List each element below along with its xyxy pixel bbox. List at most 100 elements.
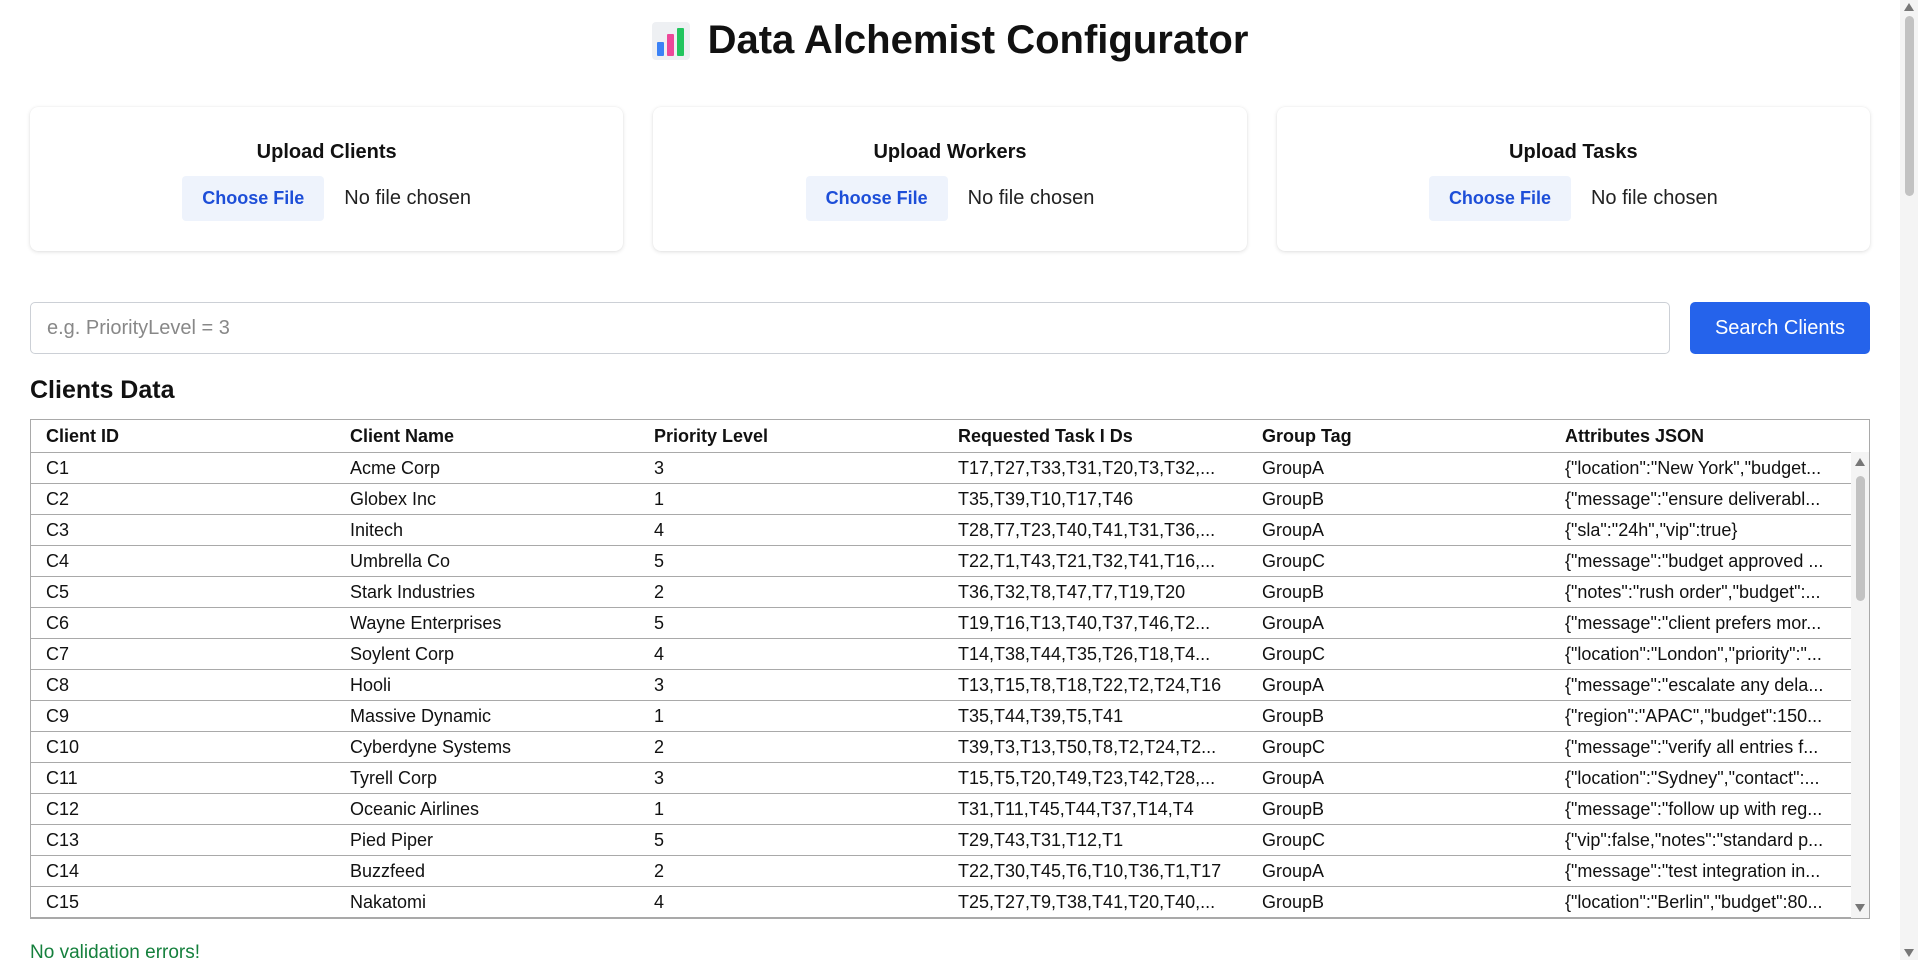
table-row[interactable]: C12 Oceanic Airlines 1 T31,T11,T45,T44,T37,… [31,793,1851,825]
table-cell: GroupA [1247,669,1550,701]
page-scrollbar[interactable] [1900,0,1918,960]
table-row[interactable]: C3 Initech 4 T28,T7,T23,T40,T41,T31,T36,...… [31,514,1851,546]
table-cell: GroupC [1247,638,1550,670]
choose-file-button[interactable]: Choose File [1428,176,1571,221]
table-cell: T13,T15,T8,T18,T22,T2,T24,T16 [943,669,1247,701]
column-header: Requested Task I Ds [943,420,1247,453]
table-cell: T15,T5,T20,T49,T23,T42,T28,... [943,762,1247,794]
table-cell: 4 [639,514,943,546]
table-cell: T22,T30,T45,T6,T10,T36,T1,T17 [943,855,1247,887]
table-cell: T39,T3,T13,T50,T8,T2,T24,T2... [943,731,1247,763]
table-cell: T35,T39,T10,T17,T46 [943,483,1247,515]
table-cell: {"location":"New York","budget... [1550,452,1851,484]
table-cell: 2 [639,855,943,887]
page-title: Data Alchemist Configurator [0,18,1900,63]
table-cell: {"notes":"rush order","budget":... [1550,576,1851,608]
table-cell: 1 [639,793,943,825]
table-row[interactable]: C2 Globex Inc 1 T35,T39,T10,T17,T46 GroupB {"… [31,483,1851,515]
table-cell: T25,T27,T9,T38,T41,T20,T40,... [943,886,1247,918]
column-header: Client Name [335,420,639,453]
table-cell: C12 [31,793,335,825]
table-row[interactable]: C6 Wayne Enterprises 5 T19,T16,T13,T40,T37,… [31,607,1851,639]
table-cell: 5 [639,545,943,577]
upload-clients-card: Upload Clients Choose File No file chose… [30,107,624,251]
table-cell: C7 [31,638,335,670]
table-cell: C3 [31,514,335,546]
table-row[interactable]: C15 Nakatomi 4 T25,T27,T9,T38,T41,T20,T40,.… [31,886,1851,918]
choose-file-button[interactable]: Choose File [182,176,325,221]
search-clients-button[interactable]: Search Clients [1690,302,1870,354]
table-row[interactable]: C11 Tyrell Corp 3 T15,T5,T20,T49,T23,T42,T2… [31,762,1851,794]
table-cell: C1 [31,452,335,484]
table-cell: {"message":"ensure deliverabl... [1550,483,1851,515]
scroll-up-arrow-icon[interactable] [1855,458,1865,466]
table-row[interactable]: C14 Buzzfeed 2 T22,T30,T45,T6,T10,T36,T1,T1… [31,855,1851,887]
table-row[interactable]: C8 Hooli 3 T13,T15,T8,T18,T22,T2,T24,T16 Gro… [31,669,1851,701]
column-header: Group Tag [1247,420,1550,453]
table-body: C1 Acme Corp 3 T17,T27,T33,T31,T20,T3,T32,.… [31,452,1851,918]
table-cell: C9 [31,700,335,732]
upload-tasks-card: Upload Tasks Choose File No file chosen [1276,107,1870,251]
table-cell: C15 [31,886,335,918]
table-cell: T31,T11,T45,T44,T37,T14,T4 [943,793,1247,825]
upload-tasks-file-input[interactable]: Choose File No file chosen [1277,176,1870,221]
choose-file-button[interactable]: Choose File [805,176,948,221]
table-cell: 5 [639,824,943,856]
validation-message: No validation errors! [30,942,201,960]
table-cell: GroupB [1247,576,1550,608]
table-cell: C4 [31,545,335,577]
column-header: Client ID [31,420,335,453]
table-cell: Pied Piper [335,824,639,856]
clients-table: Client ID Client Name Priority Level Reques… [31,420,1851,918]
table-scrollbar[interactable] [1851,452,1869,918]
table-cell: Soylent Corp [335,638,639,670]
table-row[interactable]: C4 Umbrella Co 5 T22,T1,T43,T21,T32,T41,T16… [31,545,1851,577]
table-cell: Initech [335,514,639,546]
table-cell: Globex Inc [335,483,639,515]
table-cell: Wayne Enterprises [335,607,639,639]
table-row[interactable]: C13 Pied Piper 5 T29,T43,T31,T12,T1 GroupC {"… [31,824,1851,856]
upload-clients-file-input[interactable]: Choose File No file chosen [30,176,623,221]
upload-clients-title: Upload Clients [256,141,397,163]
table-cell: Hooli [335,669,639,701]
file-status: No file chosen [344,187,472,209]
scrollbar-thumb[interactable] [1856,476,1865,601]
upload-tasks-title: Upload Tasks [1509,141,1638,163]
table-row[interactable]: C10 Cyberdyne Systems 2 T39,T3,T13,T50,T8,T… [31,731,1851,763]
table-cell: GroupB [1247,483,1550,515]
search-bar: e.g. PriorityLevel = 3 Search Clients [30,302,1870,354]
upload-workers-file-input[interactable]: Choose File No file chosen [653,176,1246,221]
scroll-down-arrow-icon[interactable] [1904,949,1914,957]
table-cell: {"message":"escalate any dela... [1550,669,1851,701]
table-cell: {"message":"client prefers mor... [1550,607,1851,639]
table-cell: 2 [639,576,943,608]
table-cell: {"region":"APAC","budget":150... [1550,700,1851,732]
scroll-up-arrow-icon[interactable] [1904,3,1914,11]
table-cell: Umbrella Co [335,545,639,577]
table-cell: T19,T16,T13,T40,T37,T46,T2... [943,607,1247,639]
table-cell: 4 [639,886,943,918]
upload-workers-card: Upload Workers Choose File No file chose… [653,107,1247,251]
table-cell: Stark Industries [335,576,639,608]
table-cell: Buzzfeed [335,855,639,887]
table-row[interactable]: C7 Soylent Corp 4 T14,T38,T44,T35,T26,T18,T… [31,638,1851,670]
table-cell: T35,T44,T39,T5,T41 [943,700,1247,732]
table-cell: T14,T38,T44,T35,T26,T18,T4... [943,638,1247,670]
page: Data Alchemist Configurator Upload Clien… [0,0,1900,960]
page-title-text: Data Alchemist Configurator [707,18,1249,62]
table-cell: {"message":"verify all entries f... [1550,731,1851,763]
table-row[interactable]: C1 Acme Corp 3 T17,T27,T33,T31,T20,T3,T32,.… [31,452,1851,484]
table-row[interactable]: C5 Stark Industries 2 T36,T32,T8,T47,T7,T19… [31,576,1851,608]
search-input[interactable]: e.g. PriorityLevel = 3 [30,302,1670,354]
table-cell: GroupA [1247,762,1550,794]
table-cell: GroupB [1247,793,1550,825]
table-cell: GroupA [1247,452,1550,484]
table-row[interactable]: C9 Massive Dynamic 1 T35,T44,T39,T5,T41 Grou… [31,700,1851,732]
table-cell: 3 [639,762,943,794]
clients-table-container[interactable]: Client ID Client Name Priority Level Reques… [30,419,1870,919]
scroll-down-arrow-icon[interactable] [1855,904,1865,912]
table-cell: GroupA [1247,514,1550,546]
file-status: No file chosen [1590,187,1718,209]
page-scrollbar-thumb[interactable] [1905,16,1914,196]
table-cell: C8 [31,669,335,701]
